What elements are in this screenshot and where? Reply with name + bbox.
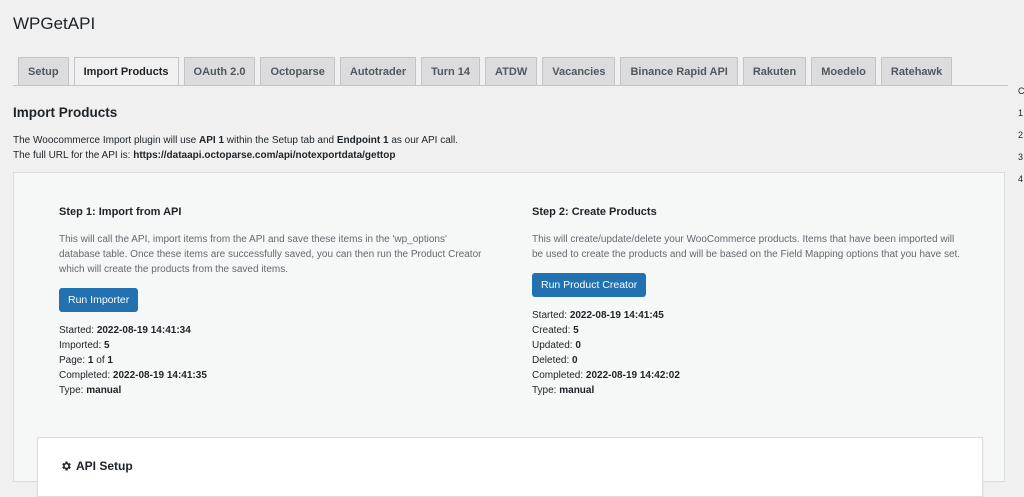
step2-description: This will create/update/delete your WooC… xyxy=(532,234,961,260)
tab-rakuten[interactable]: Rakuten xyxy=(742,57,807,85)
intro-text: The Woocommerce Import plugin will use A… xyxy=(13,133,458,163)
stat-label: Type: xyxy=(532,385,557,396)
tab-ratehawk[interactable]: Ratehawk xyxy=(880,57,953,85)
stat-value: 2022-08-19 14:42:02 xyxy=(585,370,680,381)
gear-icon xyxy=(62,461,71,471)
tab-vacancies[interactable]: Vacancies xyxy=(542,57,616,85)
api-setup-label: API Setup xyxy=(76,459,133,473)
stat-label: Completed: xyxy=(532,370,584,381)
updated-row: Updated: 0 xyxy=(532,338,962,353)
tab-setup[interactable]: Setup xyxy=(18,57,69,85)
import-panel: Step 1: Import from API This will call t… xyxy=(13,172,1005,482)
stat-value: 2022-08-19 14:41:45 xyxy=(569,310,664,321)
tab-import-products[interactable]: Import Products xyxy=(73,57,179,86)
stat-value: 0 xyxy=(572,355,578,366)
intro-api: API 1 xyxy=(199,135,225,146)
tab-atdw[interactable]: ATDW xyxy=(485,57,538,85)
nav-tabs: Setup Import Products OAuth 2.0 Octopars… xyxy=(18,57,953,86)
api-setup-title: API Setup xyxy=(60,459,133,473)
clipped-sidebar-text: C 1 2 3 4 xyxy=(1018,80,1024,190)
stat-label: Type: xyxy=(59,385,84,396)
stat-value: manual xyxy=(86,385,122,396)
stat-label: Completed: xyxy=(59,370,111,381)
type-row: Type: manual xyxy=(59,383,489,398)
stat-value: 2022-08-19 14:41:35 xyxy=(112,370,207,381)
tab-binance-rapid-api[interactable]: Binance Rapid API xyxy=(620,57,738,85)
stat-value: 2022-08-19 14:41:34 xyxy=(96,325,191,336)
app-title: WPGetAPI xyxy=(13,14,96,33)
deleted-row: Deleted: 0 xyxy=(532,353,962,368)
clipped-char: C xyxy=(1018,86,1024,96)
step-create: Step 2: Create Products This will create… xyxy=(532,206,962,398)
intro-text-part: as our API call. xyxy=(388,135,459,146)
intro-endpoint: Endpoint 1 xyxy=(336,135,389,146)
stat-label: Updated: xyxy=(532,340,573,351)
stat-value: 5 xyxy=(573,325,579,336)
step2-title: Step 2: Create Products xyxy=(532,206,657,218)
completed-row: Completed: 2022-08-19 14:41:35 xyxy=(59,368,489,383)
run-importer-button[interactable]: Run Importer xyxy=(59,288,139,312)
step2-stats: Started: 2022-08-19 14:41:45 Created: 5 … xyxy=(532,308,962,398)
tab-turn14[interactable]: Turn 14 xyxy=(421,57,481,85)
stat-value: 0 xyxy=(575,340,581,351)
tab-octoparse[interactable]: Octoparse xyxy=(260,57,335,85)
stat-value: 5 xyxy=(104,340,110,351)
stat-label: Started: xyxy=(59,325,95,336)
intro-text-part: within the Setup tab and xyxy=(224,135,337,146)
imported-row: Imported: 5 xyxy=(59,338,489,353)
page-row: Page: 1 of 1 xyxy=(59,353,489,368)
intro-text-part: The full URL for the API is: xyxy=(13,150,134,161)
step1-title: Step 1: Import from API xyxy=(59,206,182,218)
created-row: Created: 5 xyxy=(532,323,962,338)
clipped-char: 3 xyxy=(1018,152,1024,162)
type-row: Type: manual xyxy=(532,383,962,398)
tab-moedelo[interactable]: Moedelo xyxy=(811,57,876,85)
stat-label: Deleted: xyxy=(532,355,570,366)
intro-text-part: The Woocommerce Import plugin will use xyxy=(13,135,199,146)
step-import: Step 1: Import from API This will call t… xyxy=(59,206,489,398)
api-url: https://dataapi.octoparse.com/api/notexp… xyxy=(133,150,396,161)
tab-oauth[interactable]: OAuth 2.0 xyxy=(183,57,256,85)
page-title: Import Products xyxy=(13,105,118,120)
stat-value: manual xyxy=(559,385,595,396)
clipped-char: 2 xyxy=(1018,130,1024,140)
stat-value: 1 xyxy=(107,355,113,366)
clipped-char: 1 xyxy=(1018,108,1024,118)
started-row: Started: 2022-08-19 14:41:45 xyxy=(532,308,962,323)
stat-label: Page: xyxy=(59,355,86,366)
tab-autotrader[interactable]: Autotrader xyxy=(339,57,417,85)
clipped-char: 4 xyxy=(1018,174,1024,184)
step1-stats: Started: 2022-08-19 14:41:34 Imported: 5… xyxy=(59,323,489,398)
run-product-creator-button[interactable]: Run Product Creator xyxy=(532,273,647,297)
started-row: Started: 2022-08-19 14:41:34 xyxy=(59,323,489,338)
stat-label: of xyxy=(96,355,105,366)
stat-value: 1 xyxy=(87,355,94,366)
stat-label: Created: xyxy=(532,325,571,336)
completed-row: Completed: 2022-08-19 14:42:02 xyxy=(532,368,962,383)
step1-description: This will call the API, import items fro… xyxy=(59,234,482,275)
api-setup-card: API Setup xyxy=(37,437,983,497)
tabs-divider xyxy=(13,85,1008,86)
stat-label: Imported: xyxy=(59,340,102,351)
stat-label: Started: xyxy=(532,310,568,321)
